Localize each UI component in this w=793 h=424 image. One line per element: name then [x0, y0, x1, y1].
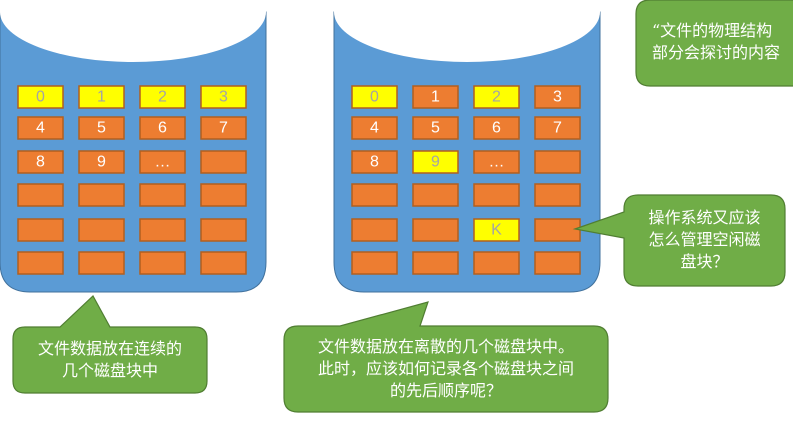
- disk-block-label: 8: [370, 154, 379, 171]
- disk-block-label: 4: [36, 120, 45, 137]
- callout-top-right-text: “文件的物理结构 部分会探讨的内容: [652, 21, 781, 62]
- disk-block: [200, 251, 247, 275]
- disk-block: [17, 183, 64, 207]
- disk-block: [351, 218, 398, 242]
- disk-block-label: 5: [97, 120, 106, 137]
- disk-block: [139, 183, 186, 207]
- callout-contiguous-text: 文件数据放在连续的 几个磁盘块中: [37, 339, 182, 380]
- disk-block: [412, 218, 459, 242]
- disk-block-label: 4: [370, 120, 379, 137]
- disk-block: [534, 251, 581, 275]
- disk-block: [78, 251, 125, 275]
- disk-block: [17, 251, 64, 275]
- disk-block: [473, 251, 520, 275]
- disk-block: [534, 218, 581, 242]
- disk-block: [351, 183, 398, 207]
- disk-block: [412, 251, 459, 275]
- callout-scattered-text: 文件数据放在离散的几个磁盘块中。 此时，应该如何记录各个磁盘块之间 的先后顺序呢…: [317, 337, 574, 400]
- disk-block-label: 2: [492, 89, 501, 106]
- disk-block: [78, 183, 125, 207]
- disk-block: [17, 218, 64, 242]
- disk-block-label: 3: [219, 89, 228, 106]
- disk-block: [139, 218, 186, 242]
- disk-block: [200, 150, 247, 174]
- disk-block-label: …: [155, 154, 171, 171]
- disk-block: [139, 251, 186, 275]
- disk-block: [473, 183, 520, 207]
- disk-block-label: 1: [431, 89, 440, 106]
- disk-block-label: 8: [36, 154, 45, 171]
- disk-block-label: 6: [158, 120, 167, 137]
- disk-block-label: 7: [553, 120, 562, 137]
- disk-block: [200, 218, 247, 242]
- disk-block: [78, 218, 125, 242]
- disk-contiguous: [0, 0, 267, 293]
- disk-block-label: 3: [553, 89, 562, 106]
- disk-block: [534, 150, 581, 174]
- disk-block-label: …: [489, 154, 505, 171]
- disk-block-label: 0: [370, 89, 379, 106]
- disk-block-label: 0: [36, 89, 45, 106]
- disk-block-label: 6: [492, 120, 501, 137]
- disk-block-label: 7: [219, 120, 228, 137]
- disk-block-label: 5: [431, 120, 440, 137]
- disk-block-label: 1: [97, 89, 106, 106]
- disk-block-label: 9: [97, 154, 106, 171]
- disk-block: [534, 183, 581, 207]
- disk-block-label: 9: [431, 154, 440, 171]
- disk-block: [200, 183, 247, 207]
- disk-block: [412, 183, 459, 207]
- disk-block-label: K: [491, 222, 502, 239]
- disk-block: [351, 251, 398, 275]
- disk-scattered: [333, 0, 601, 293]
- disk-block-label: 2: [158, 89, 167, 106]
- callout-free-space-text: 操作系统又应该 怎么管理空闲磁 盘块？: [648, 208, 761, 271]
